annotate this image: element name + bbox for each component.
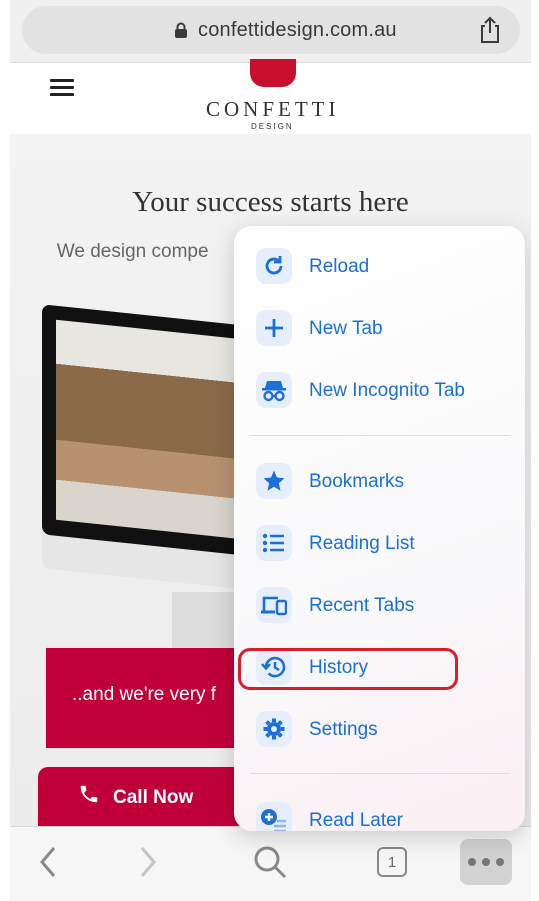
banner-text: ..and we're very f [72,684,217,705]
gear-icon [256,711,292,747]
plus-icon [256,310,292,346]
chevron-right-icon [140,847,156,877]
phone-icon [80,785,98,803]
logo-name: CONFETTI [206,97,340,121]
logo-mark [250,59,296,87]
menu-label: Bookmarks [309,471,405,492]
chevron-left-icon [40,847,56,877]
menu-item-reload[interactable]: Reload [234,236,525,298]
star-icon [256,463,292,499]
tab-count: 1 [377,847,407,877]
forward-button[interactable] [122,839,174,885]
menu-label: Reading List [309,533,415,554]
menu-label: Read Later [309,810,404,831]
search-button[interactable] [244,839,296,885]
address-bar[interactable]: confettidesign.com.au [22,6,520,54]
share-icon[interactable] [478,16,502,44]
hero-title: Your success starts here [132,186,409,218]
back-button[interactable] [22,839,74,885]
menu-item-read-later[interactable]: Read Later [234,790,525,831]
bottom-toolbar: 1 [10,826,531,901]
tab-switcher-button[interactable]: 1 [366,839,418,885]
menu-label: New Incognito Tab [309,380,465,401]
history-highlight-annotation [238,648,458,690]
address-bar-area: confettidesign.com.au [10,0,531,62]
more-dots-icon [468,858,504,866]
menu-item-recent-tabs[interactable]: Recent Tabs [234,575,525,637]
reload-icon [256,248,292,284]
lock-icon [175,22,187,38]
menu-item-bookmarks[interactable]: Bookmarks [234,451,525,513]
menu-label: Recent Tabs [309,595,415,616]
incognito-icon [256,372,292,408]
browser-window: confettidesign.com.au CONFETTI DESIGN Yo… [10,0,531,901]
menu-label: New Tab [309,318,383,339]
menu-divider [250,773,510,774]
menu-label: Reload [309,256,370,277]
menu-label: Settings [309,719,378,740]
read-later-icon [256,802,292,831]
site-header: CONFETTI DESIGN [10,59,531,134]
logo-subtitle: DESIGN [251,122,294,131]
menu-item-settings[interactable]: Settings [234,699,525,761]
devices-icon [256,587,292,623]
menu-item-new-incognito-tab[interactable]: New Incognito Tab [234,360,525,422]
hamburger-menu-icon[interactable] [50,79,74,97]
url-text: confettidesign.com.au [198,19,397,41]
menu-divider [250,435,510,436]
menu-item-new-tab[interactable]: New Tab [234,298,525,360]
list-icon [256,525,292,561]
overflow-menu: Reload New Tab New Incognito Tab Bookmar… [234,226,525,831]
menu-item-reading-list[interactable]: Reading List [234,513,525,575]
search-icon [254,846,287,879]
more-menu-button[interactable] [460,839,512,885]
call-now-label: Call Now [113,787,194,808]
